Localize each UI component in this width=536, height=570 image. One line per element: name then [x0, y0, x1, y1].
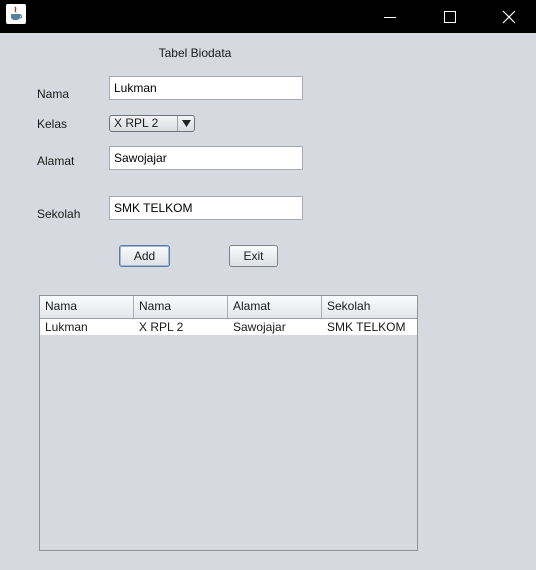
minimize-button[interactable] — [367, 0, 413, 33]
column-header-nama[interactable]: Nama — [40, 296, 134, 318]
sekolah-label: Sekolah — [37, 207, 81, 221]
column-header-sekolah[interactable]: Sekolah — [322, 296, 415, 318]
column-header-alamat[interactable]: Alamat — [228, 296, 322, 318]
triangle-down-icon — [181, 120, 191, 127]
table-cell[interactable]: X RPL 2 — [134, 319, 228, 335]
nama-field[interactable]: Lukman — [109, 76, 303, 100]
kelas-combobox[interactable]: X RPL 2 — [109, 115, 195, 132]
sekolah-field[interactable]: SMK TELKOM — [109, 196, 303, 220]
alamat-label: Alamat — [37, 154, 75, 168]
form-title: Tabel Biodata — [158, 46, 232, 60]
alamat-field[interactable]: Sawojajar — [109, 146, 303, 170]
table-header: Nama Nama Alamat Sekolah — [40, 296, 417, 319]
kelas-selected-value: X RPL 2 — [114, 116, 159, 130]
close-button[interactable] — [486, 0, 532, 33]
minimize-icon — [384, 16, 396, 18]
maximize-button[interactable] — [427, 0, 473, 33]
close-icon — [502, 10, 516, 23]
combo-arrow-button[interactable] — [177, 116, 194, 131]
biodata-table[interactable]: Nama Nama Alamat Sekolah Lukman X RPL 2 … — [39, 295, 418, 551]
table-cell[interactable]: SMK TELKOM — [322, 319, 415, 335]
window-titlebar[interactable] — [0, 0, 536, 33]
maximize-icon — [444, 10, 456, 23]
add-button[interactable]: Add — [119, 245, 170, 267]
table-cell[interactable]: Lukman — [40, 319, 134, 335]
column-header-kelas[interactable]: Nama — [134, 296, 228, 318]
table-row[interactable]: Lukman X RPL 2 Sawojajar SMK TELKOM — [40, 319, 417, 335]
table-cell[interactable]: Sawojajar — [228, 319, 322, 335]
kelas-label: Kelas — [37, 117, 68, 131]
nama-label: Nama — [37, 87, 70, 101]
java-cup-icon[interactable] — [6, 4, 26, 24]
exit-button[interactable]: Exit — [229, 245, 278, 267]
